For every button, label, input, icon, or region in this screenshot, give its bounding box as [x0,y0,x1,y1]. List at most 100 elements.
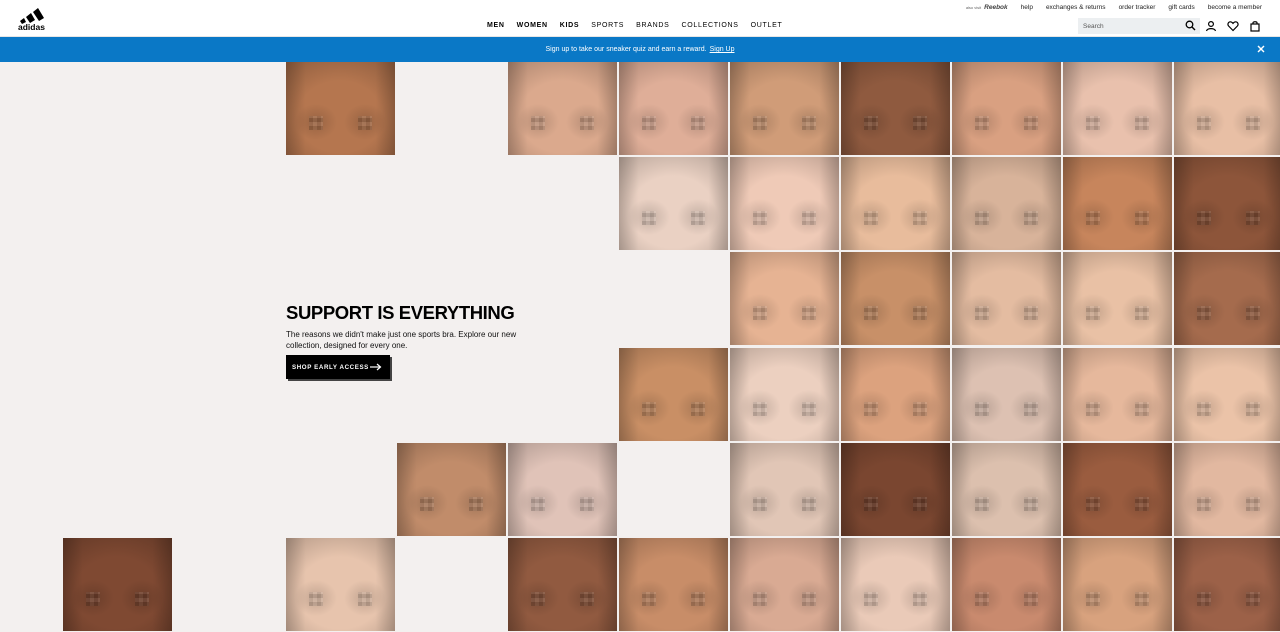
pixelated-censor [864,402,878,416]
pixelated-censor [975,116,989,130]
campaign-photo-tile [841,443,950,536]
campaign-photo-tile [1174,538,1280,631]
campaign-photo-tile [952,538,1061,631]
pixelated-censor [975,592,989,606]
pixelated-censor [531,592,545,606]
pixelated-censor [802,592,816,606]
pixelated-censor [802,306,816,320]
reebok-link[interactable]: also visit Reebok [966,4,1008,11]
pixelated-censor [864,497,878,511]
pixelated-censor [1086,402,1100,416]
pixelated-censor [1135,306,1149,320]
pixelated-censor [913,306,927,320]
gift-cards-link[interactable]: gift cards [1168,4,1194,11]
campaign-photo-tile [508,538,617,631]
campaign-photo-tile [397,443,506,536]
pixelated-censor [913,497,927,511]
pixelated-censor [1024,592,1038,606]
adidas-logo[interactable]: adidas [16,7,52,31]
partner-name: Reebok [984,4,1008,11]
pixelated-censor [580,592,594,606]
nav-sports[interactable]: SPORTS [591,22,624,29]
photo-shading [1063,252,1172,345]
pixelated-censor [642,116,656,130]
pixelated-censor [1197,497,1211,511]
photo-shading [397,443,506,536]
campaign-photo-tile [508,443,617,536]
pixelated-censor [1024,497,1038,511]
pixelated-censor [580,116,594,130]
nav-outlet[interactable]: OUTLET [751,22,783,29]
photo-shading [508,538,617,631]
photo-shading [286,538,395,631]
campaign-photo-tile [841,157,950,250]
hero-block: SUPPORT IS EVERYTHING The reasons we did… [286,302,576,351]
campaign-photo-tile [841,62,950,155]
campaign-photo-tile [1174,252,1280,345]
account-icon[interactable] [1205,20,1217,32]
pixelated-censor [580,497,594,511]
pixelated-censor [1086,116,1100,130]
pixelated-censor [86,592,100,606]
pixelated-censor [420,497,434,511]
pixelated-censor [531,497,545,511]
photo-shading [619,538,728,631]
nav-women[interactable]: WOMEN [517,22,548,29]
search-input[interactable]: Search [1078,18,1200,34]
photo-shading [508,62,617,155]
pixelated-censor [1024,116,1038,130]
photo-shading [730,538,839,631]
pixelated-censor [1197,592,1211,606]
nav-kids[interactable]: KIDS [560,22,580,29]
photo-shading [841,157,950,250]
pixelated-censor [913,116,927,130]
wishlist-heart-icon[interactable] [1227,20,1239,32]
shop-early-access-button[interactable]: SHOP EARLY ACCESS [286,355,390,379]
nav-brands[interactable]: BRANDS [636,22,669,29]
photo-shading [730,252,839,345]
utility-links: also visit Reebok help exchanges & retur… [966,4,1262,11]
campaign-photo-tile [1063,252,1172,345]
photo-shading [286,62,395,155]
nav-men[interactable]: MEN [487,22,505,29]
close-icon[interactable] [1256,44,1266,54]
partner-label: also visit [965,5,982,10]
photo-shading [63,538,172,631]
pixelated-censor [309,116,323,130]
pixelated-censor [1197,402,1211,416]
pixelated-censor [975,211,989,225]
photo-shading [952,538,1061,631]
nav-collections[interactable]: COLLECTIONS [682,22,739,29]
campaign-photo-tile [952,157,1061,250]
exchanges-returns-link[interactable]: exchanges & returns [1046,4,1106,11]
pixelated-censor [913,402,927,416]
photo-shading [841,348,950,441]
pixelated-censor [802,211,816,225]
campaign-photo-tile [952,62,1061,155]
photo-shading [1174,443,1280,536]
campaign-photo-tile [1174,348,1280,441]
site-header: adidas also visit Reebok help exchanges … [0,0,1280,37]
main-nav: MEN WOMEN KIDS SPORTS BRANDS COLLECTIONS… [487,22,782,29]
pixelated-censor [864,592,878,606]
photo-shading [508,443,617,536]
pixelated-censor [1086,497,1100,511]
pixelated-censor [1086,211,1100,225]
pixelated-censor [753,211,767,225]
pixelated-censor [913,211,927,225]
photo-shading [1063,348,1172,441]
pixelated-censor [975,402,989,416]
help-link[interactable]: help [1021,4,1033,11]
cart-bag-icon[interactable] [1249,20,1261,32]
photo-shading [619,157,728,250]
order-tracker-link[interactable]: order tracker [1119,4,1156,11]
campaign-photo-tile [1174,62,1280,155]
pixelated-censor [642,592,656,606]
photo-shading [952,252,1061,345]
pixelated-censor [1086,306,1100,320]
become-member-link[interactable]: become a member [1208,4,1262,11]
campaign-photo-tile [619,62,728,155]
pixelated-censor [1135,116,1149,130]
promo-signup-link[interactable]: Sign Up [710,46,735,53]
search-icon[interactable] [1185,20,1196,31]
